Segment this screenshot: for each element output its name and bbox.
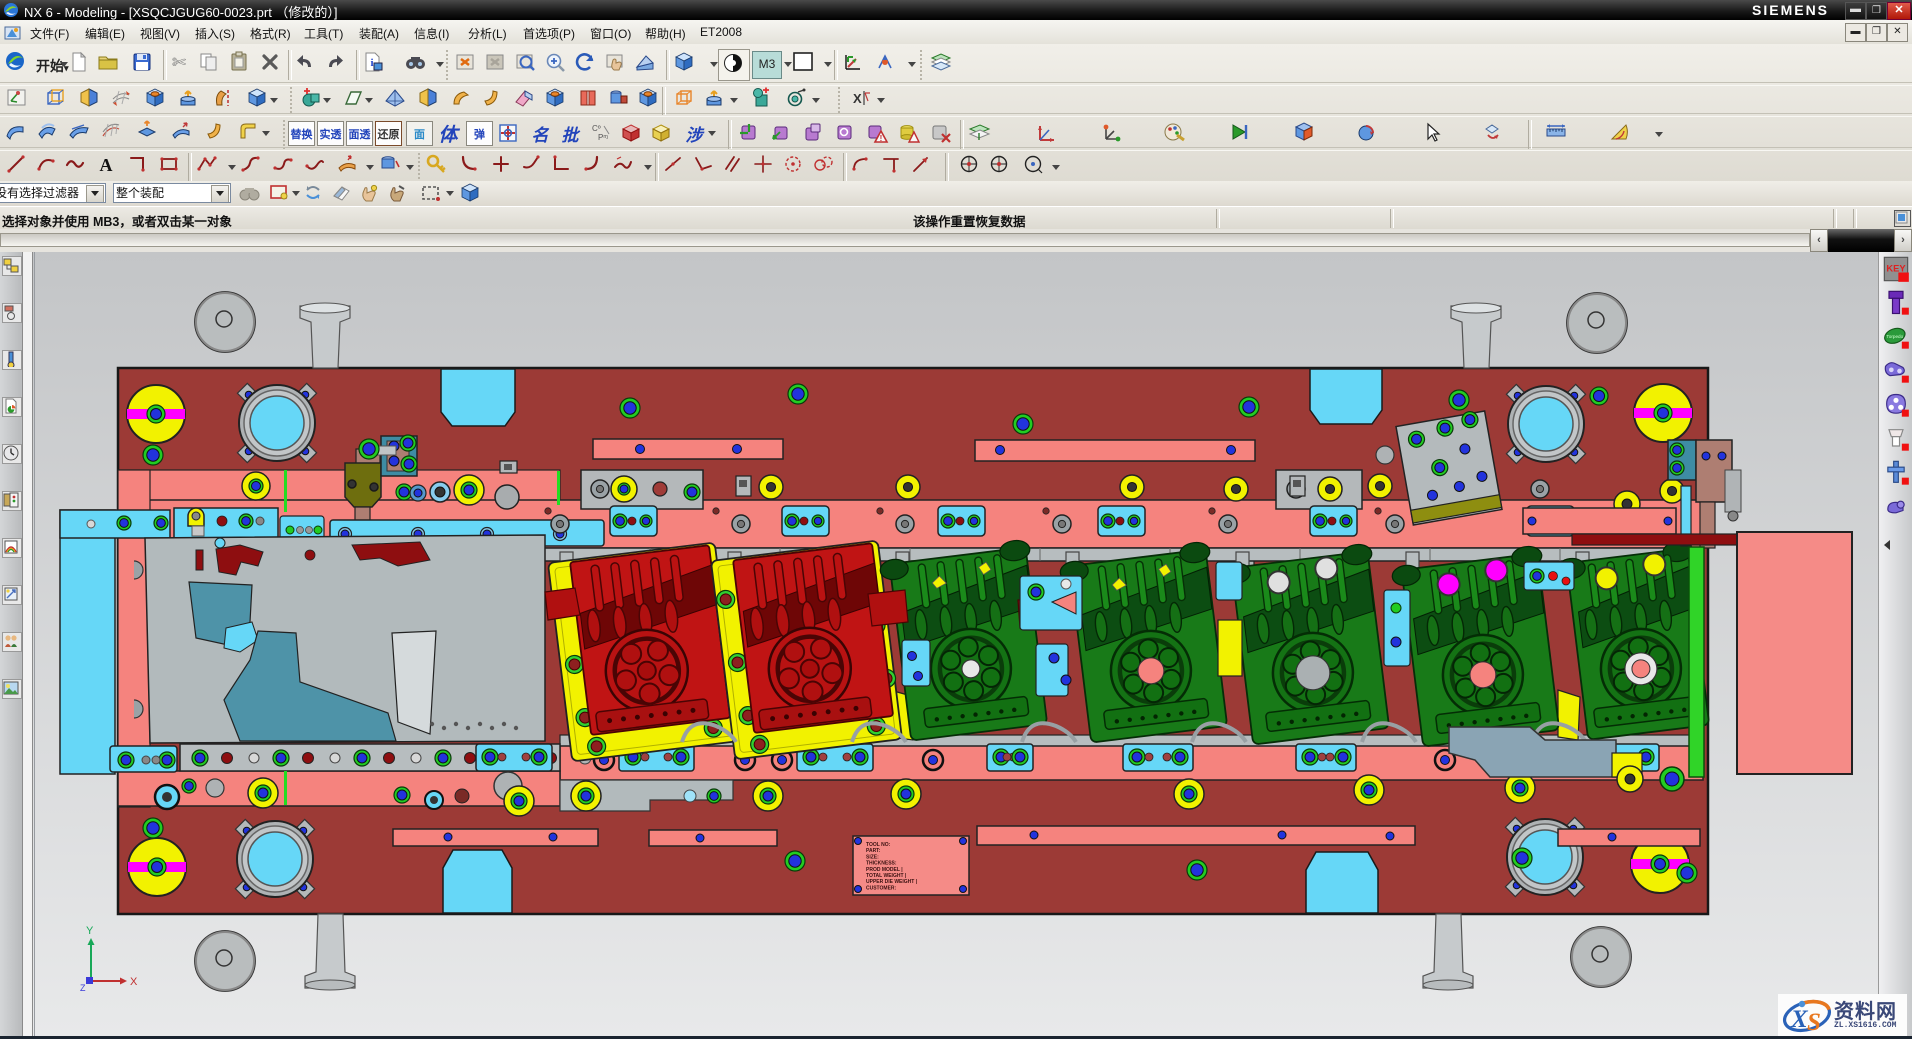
svg-text:!: ! <box>880 134 883 143</box>
svg-text:✄: ✄ <box>172 53 187 72</box>
svg-text:KEY: KEY <box>1886 263 1906 273</box>
svg-text:Cº: Cº <box>592 124 601 133</box>
svg-text:THICKNESS:: THICKNESS: <box>866 861 897 867</box>
svg-text:i: i <box>370 57 373 69</box>
svg-text:X: X <box>853 91 862 106</box>
svg-text:Z: Z <box>80 983 86 993</box>
svg-text:CUSTOMER:: CUSTOMER: <box>866 885 897 891</box>
svg-text:TOOL NO:: TOOL NO: <box>866 842 891 848</box>
svg-text:PROD MODEL |: PROD MODEL | <box>866 867 903 873</box>
svg-text:Torpedo: Torpedo <box>1886 334 1903 339</box>
svg-text:A: A <box>100 155 113 175</box>
svg-text:UPPER DIE WEIGHT |: UPPER DIE WEIGHT | <box>866 879 918 885</box>
svg-text:PART:: PART: <box>866 848 881 854</box>
svg-text:Y: Y <box>86 925 94 937</box>
svg-text:TOTAL WEIGHT |: TOTAL WEIGHT | <box>866 873 907 879</box>
svg-text:X: X <box>130 976 138 988</box>
svg-text:Pᶬ: Pᶬ <box>598 133 608 142</box>
svg-text:SIZE:: SIZE: <box>866 854 879 860</box>
svg-text:S: S <box>1807 1009 1821 1035</box>
